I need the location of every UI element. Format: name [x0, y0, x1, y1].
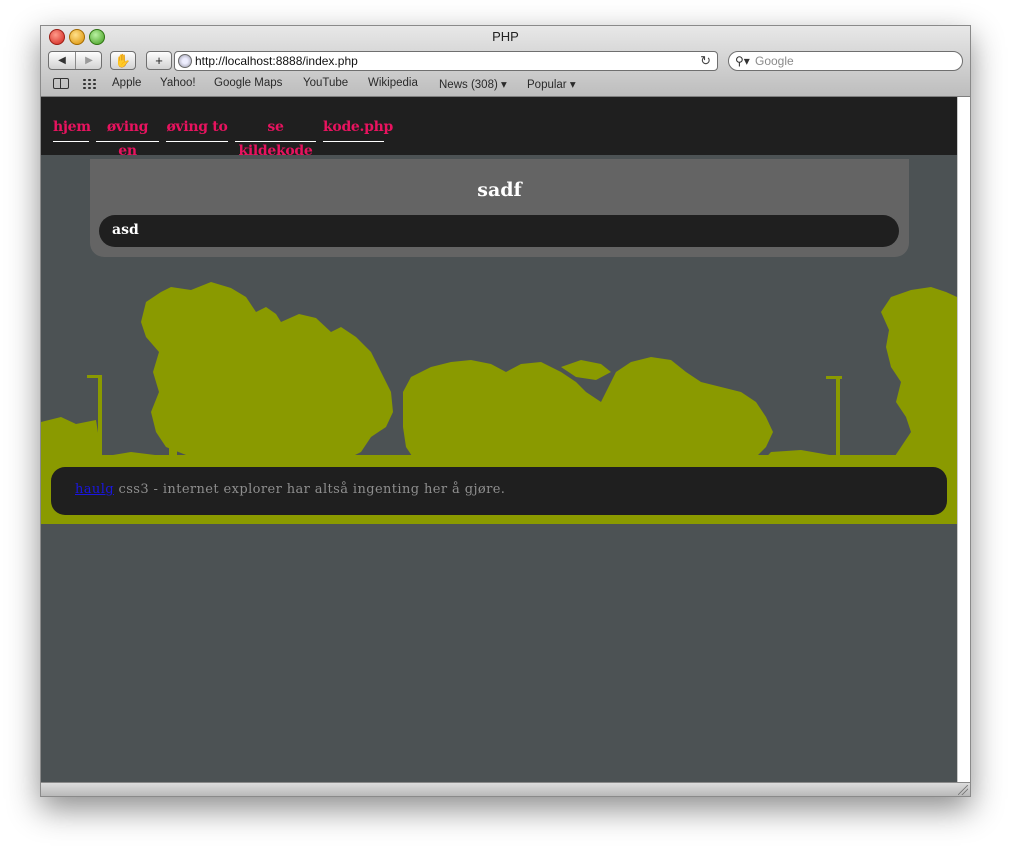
footer-bar: haulg css3 - internet explorer har altså… [51, 467, 947, 515]
bookmark-apple[interactable]: Apple [112, 77, 141, 89]
reload-icon[interactable]: ↻ [700, 53, 711, 69]
window-title: PHP [492, 29, 519, 44]
bookmark-popular-menu[interactable]: Popular ▾ [527, 77, 576, 91]
back-button[interactable]: ◀ [49, 52, 76, 69]
search-icon: ⚲▾ [735, 54, 750, 68]
privacy-button[interactable]: ✋ [110, 51, 136, 70]
bookmark-wikipedia[interactable]: Wikipedia [368, 77, 418, 89]
footer-text: haulg css3 - internet explorer har altså… [75, 482, 505, 497]
web-page: hjem øving en øving to se kildekode kode… [41, 97, 957, 782]
nav-link-hjem[interactable]: hjem [53, 115, 91, 142]
site-globe-icon [178, 54, 192, 68]
chevron-down-icon: ▾ [501, 79, 507, 91]
bookmark-news-menu[interactable]: News (308) ▾ [439, 77, 507, 91]
bookmark-yahoo[interactable]: Yahoo! [160, 77, 196, 89]
nav-link-kode-php[interactable]: kode.php [323, 115, 393, 142]
hand-icon: ✋ [114, 53, 132, 68]
forward-button[interactable]: ▶ [76, 52, 102, 69]
browser-toolbar: PHP ◀ ▶ ✋ + http://localhost:8888/index.… [41, 26, 970, 97]
address-bar[interactable]: http://localhost:8888/index.php ↻ [174, 51, 718, 71]
bookmarks-bar: Apple Yahoo! Google Maps YouTube Wikiped… [41, 75, 970, 95]
history-buttons: ◀ ▶ [48, 51, 102, 70]
site-navigation: hjem øving en øving to se kildekode kode… [41, 97, 957, 159]
content-panel: sadf asd [90, 159, 909, 257]
add-bookmark-button[interactable]: + [146, 51, 172, 70]
content-bar: asd [99, 215, 899, 247]
content-text: asd [112, 222, 139, 238]
chevron-down-icon: ▾ [569, 79, 576, 91]
search-placeholder: Google [755, 54, 794, 68]
resize-grip-icon[interactable] [958, 785, 968, 795]
top-sites-grid-icon[interactable] [82, 78, 97, 90]
page-title: sadf [477, 179, 522, 201]
vertical-scrollbar[interactable] [957, 97, 970, 782]
nav-link-oving-en[interactable]: øving en [96, 115, 159, 159]
address-text[interactable]: http://localhost:8888/index.php [195, 53, 358, 69]
footer-link-haulg[interactable]: haulg [75, 482, 114, 497]
bookmark-youtube[interactable]: YouTube [303, 77, 348, 89]
footer-message: css3 - internet explorer har altså ingen… [113, 482, 506, 497]
nav-link-oving-to[interactable]: øving to [166, 115, 228, 142]
bookmark-google-maps[interactable]: Google Maps [214, 77, 282, 89]
status-bar [41, 782, 970, 796]
nav-link-se-kildekode[interactable]: se kildekode [235, 115, 316, 159]
search-input[interactable]: ⚲▾ Google [728, 51, 963, 71]
bookmarks-book-icon[interactable] [53, 78, 69, 89]
browser-window: PHP ◀ ▶ ✋ + http://localhost:8888/index.… [40, 25, 971, 797]
